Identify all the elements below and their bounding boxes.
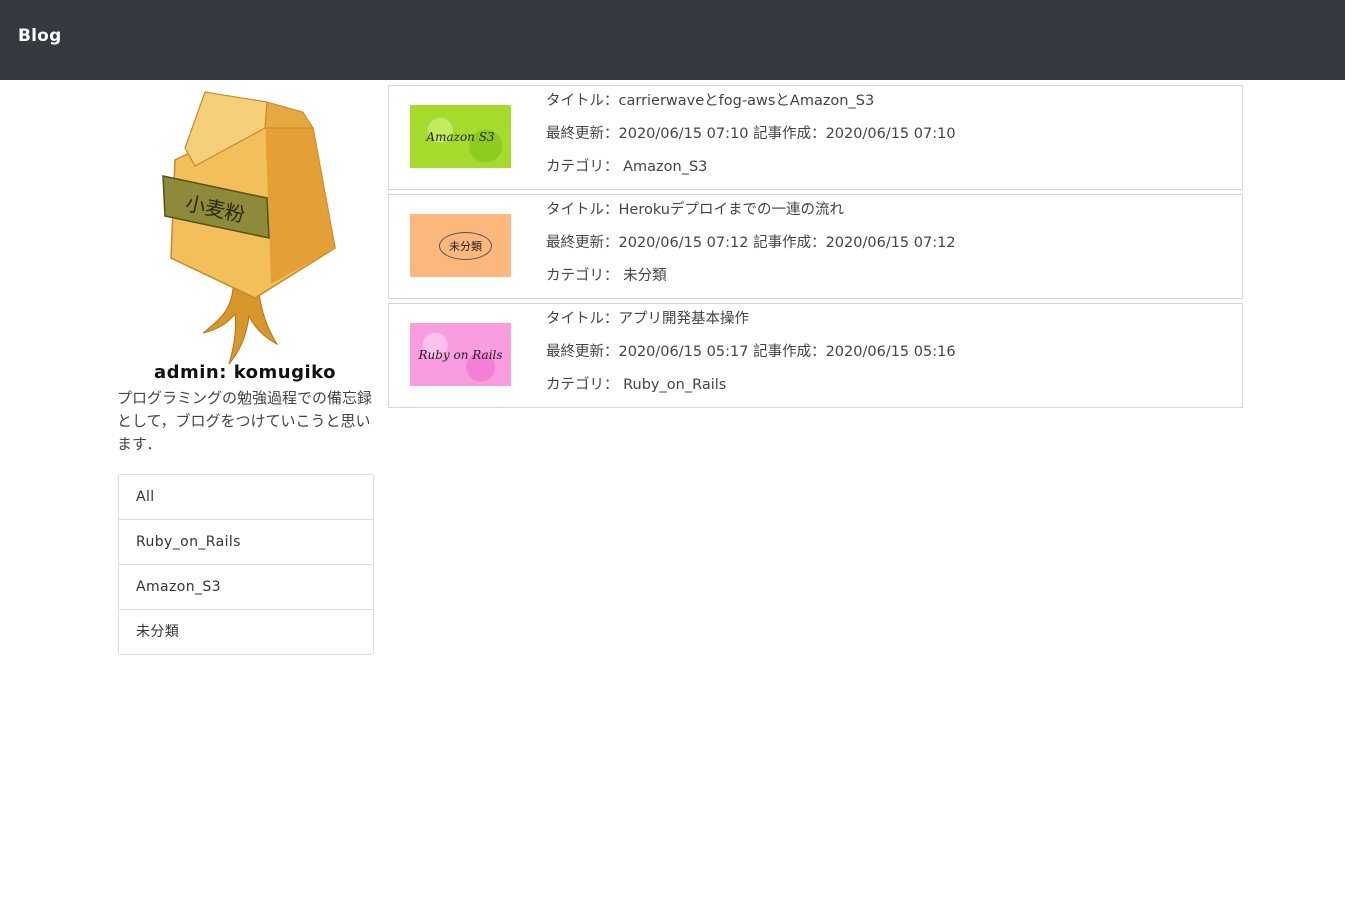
category-item-all[interactable]: All — [119, 475, 373, 520]
post-list: Amazon S3 タイトル：carrierwaveとfog-awsとAmazo… — [388, 85, 1243, 412]
category-list: All Ruby_on_Rails Amazon_S3 未分類 — [118, 474, 374, 655]
thumbnail-label: 未分類 — [439, 231, 492, 260]
post-dates: 最終更新：2020/06/15 07:12 記事作成：2020/06/15 07… — [546, 235, 956, 251]
admin-name: admin: komugiko — [153, 362, 337, 383]
avatar: 小麦粉 — [162, 91, 336, 364]
post-thumbnail[interactable]: Ruby on Rails — [410, 323, 511, 386]
thumbnail-label: Ruby on Rails — [418, 347, 503, 362]
post-category: カテゴリ： 未分類 — [546, 268, 667, 284]
post-info: タイトル：Herokuデプロイまでの一連の流れ 最終更新：2020/06/15 … — [546, 200, 956, 299]
post-thumbnail[interactable]: Amazon S3 — [410, 105, 511, 168]
post-title[interactable]: タイトル：carrierwaveとfog-awsとAmazon_S3 — [546, 91, 956, 124]
category-item-uncategorized[interactable]: 未分類 — [119, 610, 373, 654]
post-card[interactable]: Ruby on Rails タイトル：アプリ開発基本操作 最終更新：2020/0… — [388, 303, 1243, 408]
post-title[interactable]: タイトル：Herokuデプロイまでの一連の流れ — [546, 200, 956, 233]
category-item-amazon-s3[interactable]: Amazon_S3 — [119, 565, 373, 610]
top-navbar: Blog — [0, 0, 1345, 80]
post-dates: 最終更新：2020/06/15 07:10 記事作成：2020/06/15 07… — [546, 126, 956, 142]
sidebar: 小麦粉 admin: komugiko プログラミングの勉強過程での備忘録として… — [117, 88, 374, 671]
post-card[interactable]: Amazon S3 タイトル：carrierwaveとfog-awsとAmazo… — [388, 85, 1243, 190]
post-category: カテゴリ： Amazon_S3 — [546, 159, 708, 175]
post-info: タイトル：アプリ開発基本操作 最終更新：2020/06/15 05:17 記事作… — [546, 309, 956, 408]
brand-link[interactable]: Blog — [18, 26, 61, 46]
profile-description: プログラミングの勉強過程での備忘録として，ブログをつけていこうと思います． — [117, 389, 373, 453]
post-title[interactable]: タイトル：アプリ開発基本操作 — [546, 309, 956, 342]
post-card[interactable]: 未分類 タイトル：Herokuデプロイまでの一連の流れ 最終更新：2020/06… — [388, 194, 1243, 299]
thumbnail-label: Amazon S3 — [426, 129, 495, 144]
post-dates: 最終更新：2020/06/15 05:17 記事作成：2020/06/15 05… — [546, 344, 956, 360]
post-thumbnail[interactable]: 未分類 — [410, 214, 511, 277]
post-category: カテゴリ： Ruby_on_Rails — [546, 377, 727, 393]
category-item-ruby-on-rails[interactable]: Ruby_on_Rails — [119, 520, 373, 565]
post-info: タイトル：carrierwaveとfog-awsとAmazon_S3 最終更新：… — [546, 91, 956, 190]
